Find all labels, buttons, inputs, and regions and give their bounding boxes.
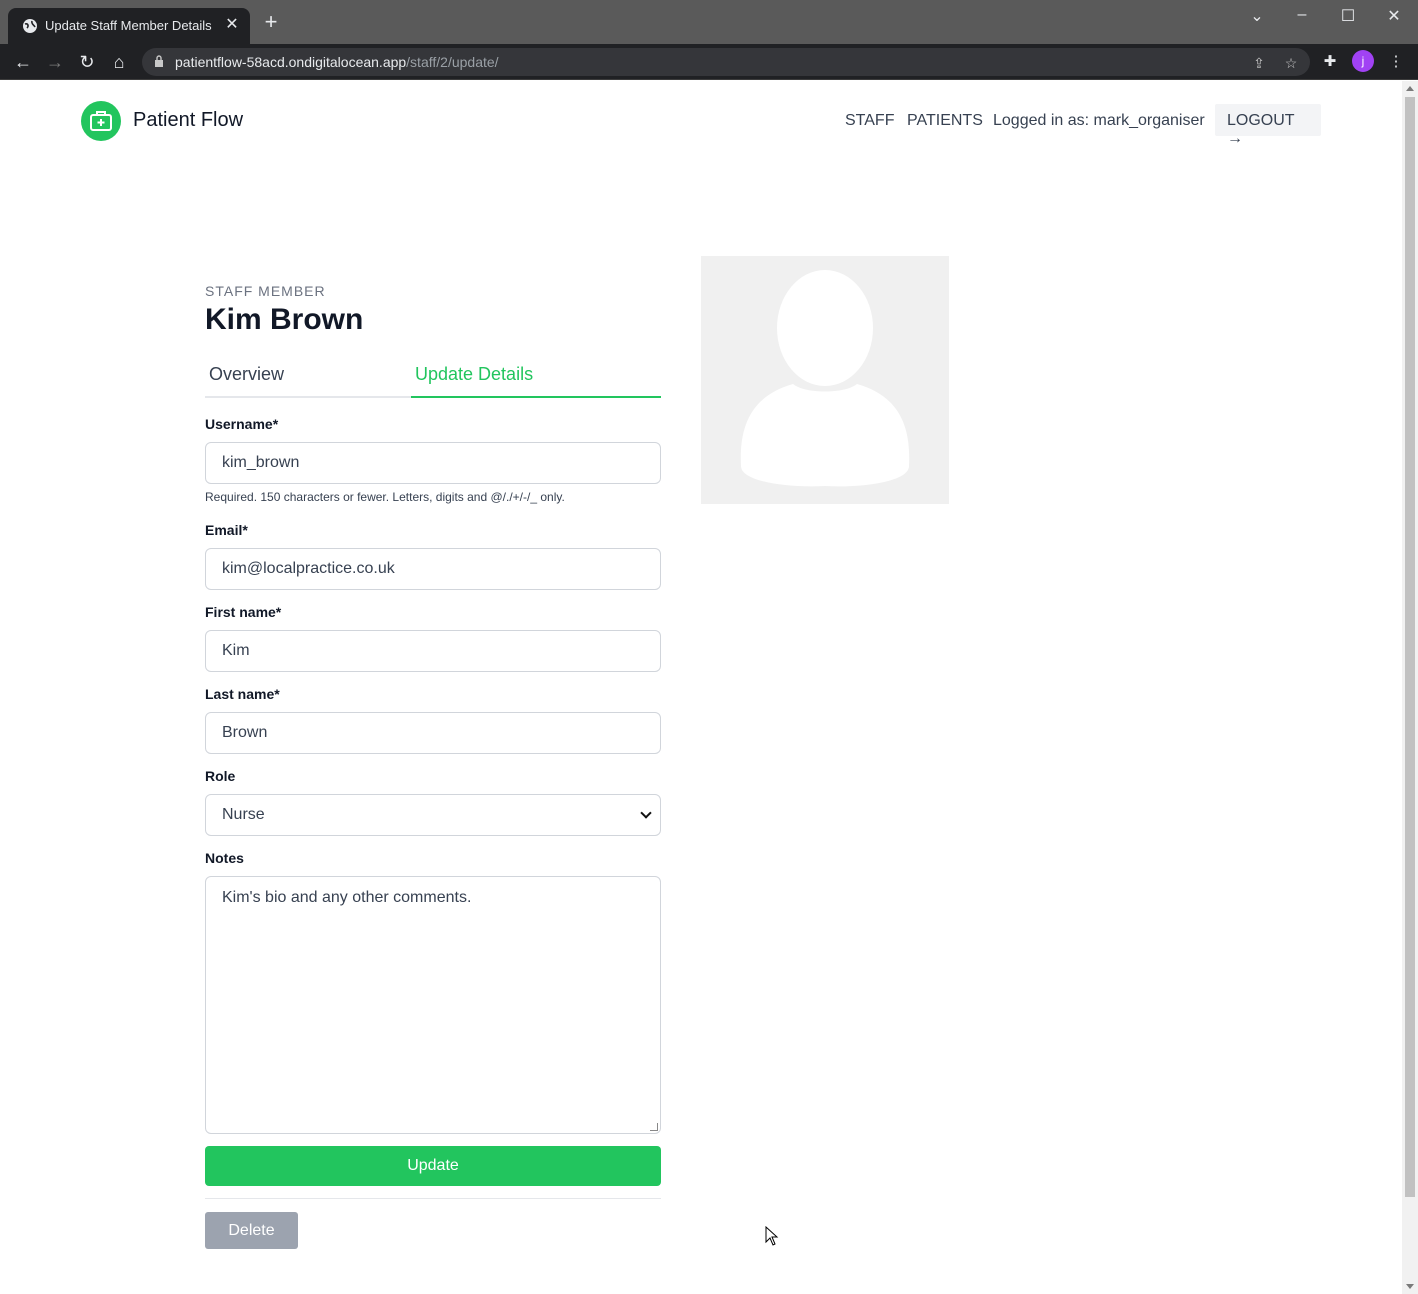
resize-handle-icon[interactable] [650, 1123, 658, 1131]
active-tab-indicator [411, 396, 661, 398]
role-label: Role [205, 768, 236, 784]
nav-patients[interactable]: PATIENTS [907, 112, 983, 130]
forward-icon[interactable]: → [43, 50, 67, 74]
first-name-value: Kim [222, 642, 250, 659]
home-icon[interactable]: ⌂ [107, 50, 131, 74]
scroll-up-icon[interactable] [1406, 86, 1414, 91]
delete-button[interactable]: Delete [205, 1212, 298, 1249]
scroll-down-icon[interactable] [1406, 1284, 1414, 1289]
bookmark-star-icon[interactable]: ☆ [1282, 54, 1300, 72]
page: Patient Flow STAFF PATIENTS Logged in as… [1, 81, 1402, 1293]
mouse-cursor-icon [765, 1226, 779, 1246]
chevron-down-icon [640, 807, 652, 819]
extensions-icon[interactable]: ✚ [1320, 52, 1340, 72]
lock-icon [155, 55, 163, 67]
medical-kit-icon [90, 111, 112, 131]
close-window-icon[interactable]: ✕ [1379, 6, 1409, 26]
tab-bar: Overview Update Details [205, 361, 661, 398]
username-field[interactable]: kim_brown [205, 442, 661, 484]
maximize-icon[interactable]: ☐ [1333, 6, 1363, 26]
email-value: kim@localpractice.co.uk [222, 560, 395, 577]
nav-staff[interactable]: STAFF [845, 112, 894, 130]
back-icon[interactable]: ← [11, 50, 35, 74]
share-icon[interactable]: ⇪ [1250, 54, 1268, 72]
staff-member-eyebrow: STAFF MEMBER [205, 283, 326, 299]
menu-dots-icon[interactable]: ⋮ [1386, 52, 1406, 72]
browser-tab-bar: Update Staff Member Details ✕ + ⌄ – ☐ ✕ [0, 0, 1418, 44]
arrow-right-icon: → [1227, 130, 1243, 147]
divider [205, 1198, 661, 1199]
staff-name-title: Kim Brown [205, 303, 364, 336]
username-value: kim_brown [222, 454, 300, 471]
globe-icon [23, 19, 37, 33]
logout-button[interactable]: LOGOUT → [1215, 104, 1321, 147]
tab-update-details[interactable]: Update Details [415, 364, 533, 385]
username-help-text: Required. 150 characters or fewer. Lette… [205, 490, 565, 504]
email-label: Email* [205, 522, 248, 538]
avatar-placeholder [701, 256, 949, 504]
logout-label: LOGOUT [1227, 112, 1295, 129]
first-name-label: First name* [205, 604, 282, 620]
tab-overview[interactable]: Overview [209, 364, 284, 385]
browser-tab[interactable]: Update Staff Member Details ✕ [8, 8, 250, 44]
reload-icon[interactable]: ↻ [75, 50, 99, 74]
person-silhouette-icon [740, 270, 910, 487]
browser-tab-title: Update Staff Member Details [45, 18, 212, 33]
scrollbar-thumb[interactable] [1405, 97, 1415, 1197]
notes-textarea[interactable]: Kim's bio and any other comments. [205, 876, 661, 1134]
minimize-icon[interactable]: – [1287, 6, 1317, 26]
last-name-field[interactable]: Brown [205, 712, 661, 754]
address-bar[interactable]: patientflow-58acd.ondigitalocean.app/sta… [142, 48, 1310, 76]
close-tab-icon[interactable]: ✕ [224, 16, 240, 34]
browser-toolbar: ← → ↻ ⌂ patientflow-58acd.ondigitalocean… [0, 44, 1418, 80]
notes-label: Notes [205, 850, 244, 866]
profile-avatar[interactable]: j [1352, 50, 1374, 72]
role-select[interactable]: Nurse [205, 794, 661, 836]
first-name-field[interactable]: Kim [205, 630, 661, 672]
page-scrollbar[interactable] [1402, 81, 1418, 1294]
last-name-value: Brown [222, 724, 268, 741]
brand-name[interactable]: Patient Flow [133, 109, 243, 132]
email-field[interactable]: kim@localpractice.co.uk [205, 548, 661, 590]
username-label: Username* [205, 416, 279, 432]
tab-search-icon[interactable]: ⌄ [1242, 6, 1272, 26]
update-button[interactable]: Update [205, 1146, 661, 1186]
address-url: patientflow-58acd.ondigitalocean.app/sta… [175, 54, 499, 70]
role-value: Nurse [222, 806, 265, 823]
notes-value: Kim's bio and any other comments. [222, 889, 472, 906]
logo-icon[interactable] [81, 101, 121, 141]
logged-in-text: Logged in as: mark_organiser [993, 112, 1205, 129]
new-tab-icon[interactable]: + [260, 11, 282, 34]
last-name-label: Last name* [205, 686, 280, 702]
